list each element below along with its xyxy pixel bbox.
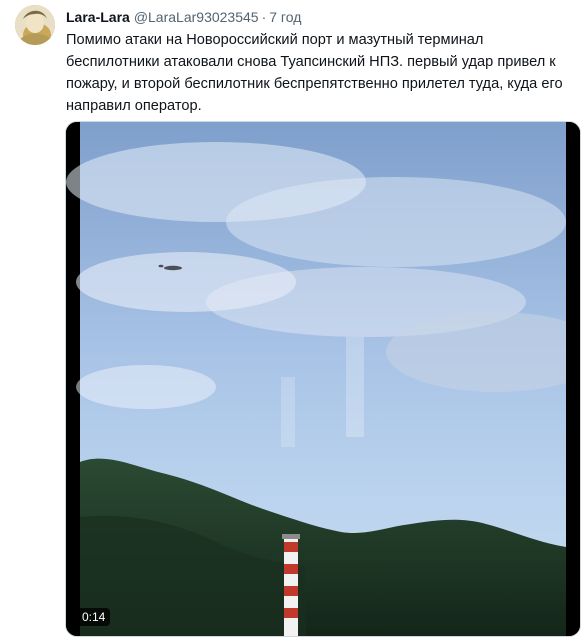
video-frame xyxy=(66,122,580,636)
tweet-text: Помимо атаки на Новороссийский порт и ма… xyxy=(66,29,576,117)
chimney-shape xyxy=(282,534,300,636)
video-player[interactable]: 0:14 xyxy=(65,121,581,637)
author-handle[interactable]: @LaraLar93023545 xyxy=(134,9,259,25)
tweet-header: Lara-Lara @LaraLar93023545 · 7 год xyxy=(66,7,301,27)
tweet-text-line: беспилотники атаковали снова Туапсинский… xyxy=(66,54,556,70)
tweet-text-line: пожару, и второй беспилотник беспрепятст… xyxy=(66,76,563,92)
avatar[interactable] xyxy=(15,5,55,45)
author-display-name[interactable]: Lara-Lara xyxy=(66,9,130,25)
tweet-timestamp[interactable]: 7 год xyxy=(269,9,301,25)
tweet-text-line: направил оператор. xyxy=(66,98,202,114)
video-duration-badge: 0:14 xyxy=(77,608,111,626)
avatar-image xyxy=(15,5,55,45)
separator-dot: · xyxy=(261,9,267,25)
drone-shape xyxy=(164,265,182,271)
tweet[interactable]: Lara-Lara @LaraLar93023545 · 7 год Помим… xyxy=(0,0,588,641)
tweet-text-line: Помимо атаки на Новороссийский порт и ма… xyxy=(66,32,484,48)
